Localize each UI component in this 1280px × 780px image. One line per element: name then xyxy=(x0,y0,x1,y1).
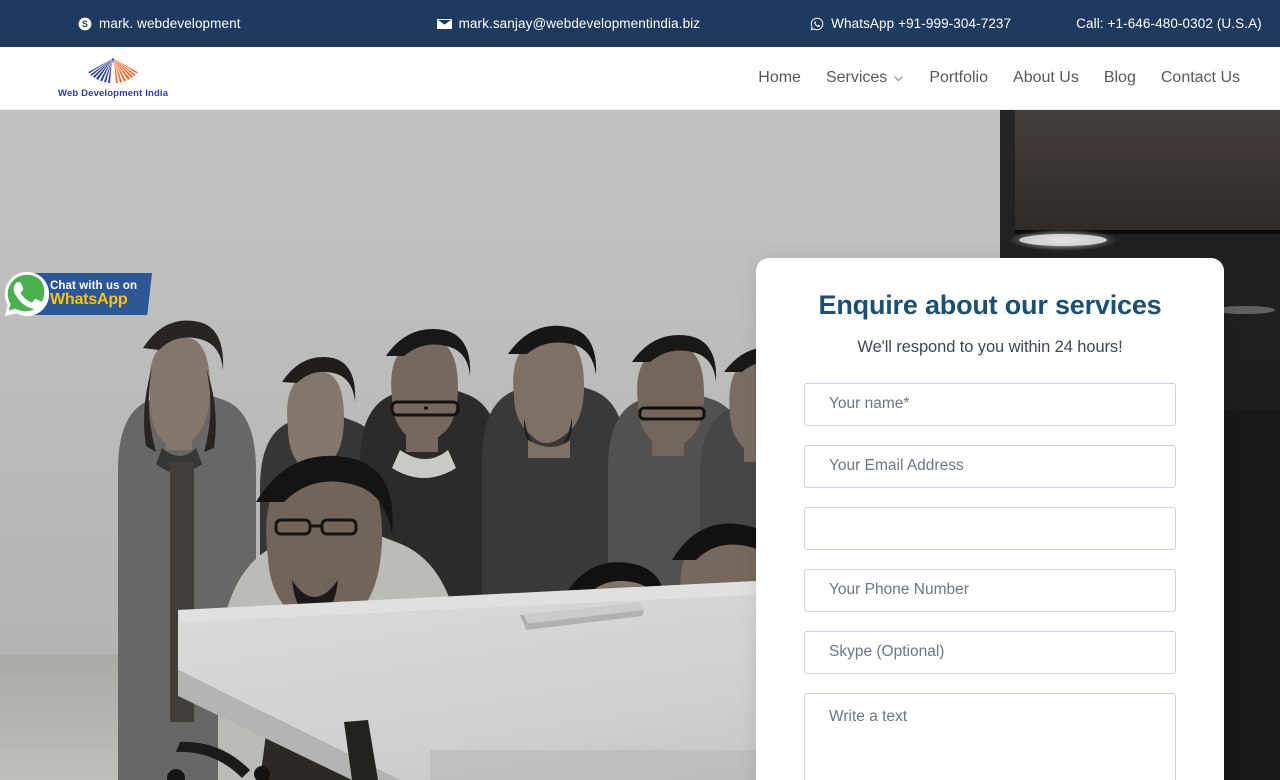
topbar-email-text: mark.sanjay@webdevelopmentindia.biz xyxy=(458,16,701,31)
topbar-email-contact[interactable]: mark.sanjay@webdevelopmentindia.biz xyxy=(436,16,701,31)
envelope-icon xyxy=(436,18,452,30)
whatsapp-badge-line2: WhatsApp xyxy=(50,290,128,308)
nav-label-home: Home xyxy=(758,69,801,86)
email-field[interactable] xyxy=(804,444,1176,488)
whatsapp-badge-ribbon: Chat with us on WhatsApp xyxy=(34,273,152,315)
hero-section: Chat with us on WhatsApp Enquire about o… xyxy=(0,110,1280,780)
enquiry-form-subtitle: We'll respond to you within 24 hours! xyxy=(857,337,1123,356)
whatsapp-icon xyxy=(4,271,50,317)
nav-label-blog: Blog xyxy=(1103,69,1136,86)
nav-label-services: Services xyxy=(825,69,888,86)
svg-text:S: S xyxy=(82,18,88,28)
nav-item-about-us[interactable]: About Us xyxy=(1013,69,1079,87)
enquiry-form-card: Enquire about our services We'll respond… xyxy=(756,258,1224,780)
nav-label-contact-us: Contact Us xyxy=(1160,69,1240,86)
whatsapp-chat-badge[interactable]: Chat with us on WhatsApp xyxy=(0,265,152,323)
topbar-call-contact[interactable]: Call: +1-646-480-0302 (U.S.A) xyxy=(1076,16,1262,31)
topbar-whatsapp-contact[interactable]: WhatsApp +91-999-304-7237 xyxy=(810,16,1011,31)
whatsapp-badge-line1: Chat with us on xyxy=(50,279,138,292)
topbar-call-text: Call: +1-646-480-0302 (U.S.A) xyxy=(1076,16,1262,31)
site-header: Web Development India Home Services Port… xyxy=(0,47,1280,110)
nav-item-contact-us[interactable]: Contact Us xyxy=(1161,69,1240,87)
topbar-whatsapp-text: WhatsApp +91-999-304-7237 xyxy=(831,16,1012,31)
main-navigation: Home Services Portfolio About Us Blog Co… xyxy=(758,69,1240,87)
name-field[interactable] xyxy=(804,382,1176,426)
logo-fan-icon xyxy=(88,57,138,83)
country-field[interactable] xyxy=(804,506,1176,550)
chevron-down-icon xyxy=(894,75,904,81)
nav-label-about-us: About Us xyxy=(1013,69,1079,86)
nav-item-services[interactable]: Services xyxy=(826,69,904,87)
topbar-skype-contact[interactable]: S mark. webdevelopment xyxy=(78,16,241,31)
skype-icon: S xyxy=(78,17,92,31)
topbar-skype-text: mark. webdevelopment xyxy=(99,16,241,31)
logo-text: Web Development India xyxy=(58,87,169,99)
nav-item-portfolio[interactable]: Portfolio xyxy=(929,69,988,87)
nav-item-blog[interactable]: Blog xyxy=(1104,69,1136,87)
whatsapp-icon xyxy=(810,17,824,31)
enquiry-form xyxy=(804,382,1176,780)
skype-field[interactable] xyxy=(804,630,1176,674)
enquiry-form-title: Enquire about our services xyxy=(818,290,1162,320)
site-logo[interactable]: Web Development India xyxy=(58,57,169,99)
nav-label-portfolio: Portfolio xyxy=(929,69,989,86)
top-contact-bar: S mark. webdevelopment mark.sanjay@webde… xyxy=(0,0,1280,47)
message-field[interactable] xyxy=(804,692,1176,780)
phone-field[interactable] xyxy=(804,568,1176,612)
nav-item-home[interactable]: Home xyxy=(758,69,801,87)
